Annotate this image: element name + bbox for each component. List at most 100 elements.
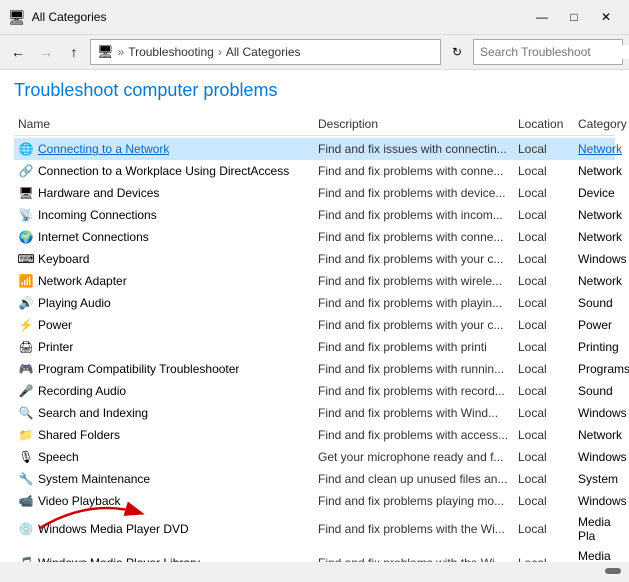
item-category: Power [574, 317, 616, 333]
search-box[interactable]: 🔍 [473, 39, 623, 65]
item-icon: 📹 [18, 493, 34, 509]
table-row[interactable]: 🎮Program Compatibility TroubleshooterFin… [14, 358, 615, 380]
col-category[interactable]: Category [574, 115, 629, 133]
table-row[interactable]: ⌨ Keyboard Find and fix problems with your… [14, 248, 615, 270]
breadcrumb-icon: 🖥 [97, 44, 114, 60]
table-row[interactable]: 🎙SpeechGet your microphone ready and f..… [14, 446, 615, 468]
table-row[interactable]: 🖨 Printer Find and fix problems with print… [14, 336, 615, 358]
item-icon: 💿 [18, 521, 34, 537]
item-location: Local [514, 493, 574, 509]
item-icon: 🖨 [18, 339, 34, 355]
item-category: Sound [574, 295, 617, 311]
item-name-cell: 🎤 Recording Audio [14, 382, 314, 400]
back-button[interactable]: ← [6, 40, 30, 64]
item-location: Local [514, 555, 574, 562]
item-description: Find and clean up unused files an... [314, 471, 514, 487]
table-row[interactable]: 📡 Incoming Connections Find and fix proble… [14, 204, 615, 226]
item-category: Programs [574, 361, 629, 377]
col-description[interactable]: Description [314, 115, 514, 133]
item-category: Windows [574, 449, 629, 465]
item-name-cell: 📹Video Playback [14, 492, 314, 510]
table-row[interactable]: ⚡PowerFind and fix problems with your c.… [14, 314, 615, 336]
table-row[interactable]: 🔍Search and IndexingFind and fix problem… [14, 402, 615, 424]
item-location: Local [514, 339, 574, 355]
item-description: Find and fix problems with printi [314, 339, 514, 355]
search-input[interactable] [480, 45, 629, 59]
item-description: Find and fix problems with the Wi... [314, 555, 514, 562]
watermark [605, 568, 621, 574]
item-category[interactable]: Network [574, 141, 626, 157]
item-location: Local [514, 251, 574, 267]
minimize-button[interactable]: — [527, 6, 557, 28]
breadcrumb-troubleshooting[interactable]: Troubleshooting [128, 45, 214, 59]
item-location: Local [514, 405, 574, 421]
table-row[interactable]: 🌐Connecting to a NetworkFind and fix iss… [14, 138, 615, 160]
item-description: Find and fix problems with the Wi... [314, 521, 514, 537]
item-description: Find and fix problems with incom... [314, 207, 514, 223]
item-description: Find and fix problems with your c... [314, 317, 514, 333]
item-label: Recording Audio [38, 384, 126, 398]
item-location: Local [514, 163, 574, 179]
item-name-cell: 🔧 System Maintenance [14, 470, 314, 488]
item-category: Media Pla [574, 548, 615, 562]
item-icon: 🔧 [18, 471, 34, 487]
item-description: Find and fix problems with your c... [314, 251, 514, 267]
item-name-cell: 📁Shared Folders [14, 426, 314, 444]
table-row[interactable]: 🎤Recording AudioFind and fix problems wi… [14, 380, 615, 402]
item-label: Incoming Connections [38, 208, 157, 222]
item-label: Keyboard [38, 252, 89, 266]
item-description: Find and fix problems with Wind... [314, 405, 514, 421]
title-bar-left: 🖥 All Categories [8, 9, 106, 26]
table-row[interactable]: 📹Video PlaybackFind and fix problems pla… [14, 490, 615, 512]
item-label: Internet Connections [38, 230, 149, 244]
item-name-cell: 🌍Internet Connections [14, 228, 314, 246]
item-name-cell: 📶Network Adapter [14, 272, 314, 290]
item-category: Network [574, 229, 626, 245]
maximize-button[interactable]: □ [559, 6, 589, 28]
address-bar: ← → ↑ 🖥 » Troubleshooting › All Categori… [0, 35, 629, 70]
close-button[interactable]: ✕ [591, 6, 621, 28]
item-name-cell: 🖥Hardware and Devices [14, 184, 314, 202]
item-location: Local [514, 383, 574, 399]
table-row[interactable]: 💿 Windows Media Player DVD Find and fix pr… [14, 512, 615, 546]
table-row[interactable]: 🎵Windows Media Player LibraryFind and fi… [14, 546, 615, 562]
forward-button[interactable]: → [34, 40, 58, 64]
item-icon: 📶 [18, 273, 34, 289]
table-row[interactable]: 📶Network AdapterFind and fix problems wi… [14, 270, 615, 292]
table-row[interactable]: 🔧 System Maintenance Find and clean up unu… [14, 468, 615, 490]
item-location: Local [514, 207, 574, 223]
col-name[interactable]: Name [14, 115, 314, 133]
refresh-button[interactable]: ↻ [445, 40, 469, 64]
item-icon: 🎤 [18, 383, 34, 399]
item-description: Find and fix problems with conne... [314, 163, 514, 179]
table-row[interactable]: 🖥Hardware and DevicesFind and fix proble… [14, 182, 615, 204]
up-button[interactable]: ↑ [62, 40, 86, 64]
item-label: System Maintenance [38, 472, 150, 486]
item-label: Printer [38, 340, 73, 354]
item-name-cell: ⚡Power [14, 316, 314, 334]
item-label: Windows Media Player DVD [38, 522, 189, 536]
col-location[interactable]: Location [514, 115, 574, 133]
item-description: Get your microphone ready and f... [314, 449, 514, 465]
table-row[interactable]: 🔊Playing AudioFind and fix problems with… [14, 292, 615, 314]
item-name-cell: 🖨 Printer [14, 338, 314, 356]
page-title: Troubleshoot computer problems [14, 80, 615, 101]
table-row[interactable]: 📁Shared FoldersFind and fix problems wit… [14, 424, 615, 446]
window-title: All Categories [32, 10, 107, 24]
table-row[interactable]: 🔗Connection to a Workplace Using DirectA… [14, 160, 615, 182]
address-field[interactable]: 🖥 » Troubleshooting › All Categories [90, 39, 441, 65]
item-icon: 🔊 [18, 295, 34, 311]
item-category: System [574, 471, 622, 487]
item-label: Playing Audio [38, 296, 111, 310]
item-description: Find and fix problems with access... [314, 427, 514, 443]
item-icon: 📡 [18, 207, 34, 223]
item-label[interactable]: Connecting to a Network [38, 142, 169, 156]
item-location: Local [514, 229, 574, 245]
item-description: Find and fix problems with wirele... [314, 273, 514, 289]
item-icon: ⌨ [18, 251, 34, 267]
table-row[interactable]: 🌍Internet ConnectionsFind and fix proble… [14, 226, 615, 248]
item-description: Find and fix issues with connectin... [314, 141, 514, 157]
item-category: Windows [574, 251, 629, 267]
item-location: Local [514, 141, 574, 157]
item-category: Network [574, 207, 626, 223]
